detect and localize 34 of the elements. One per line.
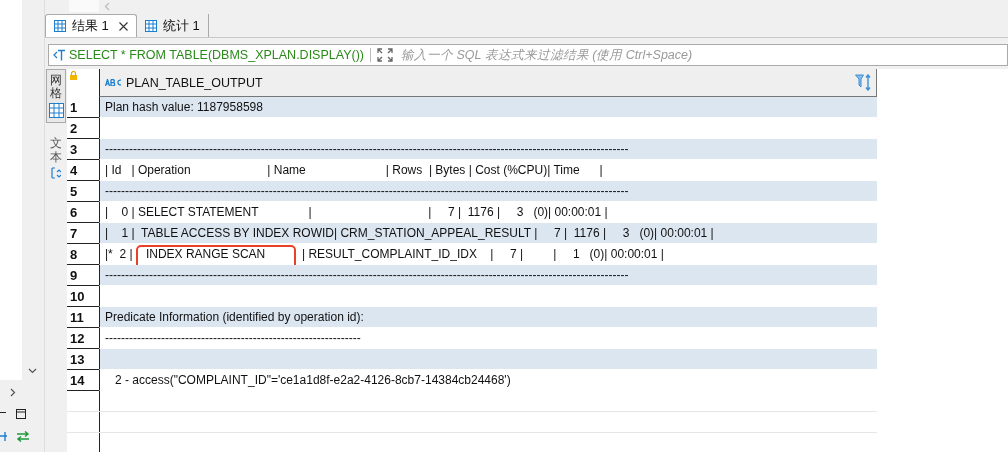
table-cell: ----------------------------------------------------------------------------------------------------------------------------------- xyxy=(99,139,877,160)
view-tab[interactable]: 文本 xyxy=(46,133,66,183)
view-tab-label: 文本 xyxy=(50,137,62,164)
grid-icon xyxy=(144,19,157,32)
expand-icon[interactable] xyxy=(377,48,393,62)
column-title: PLAN_TABLE_OUTPUT xyxy=(126,75,263,90)
filter-field[interactable]: SELECT * FROM TABLE(DBMS_XPLAN.DISPLAY()) 输入一个 SQL 表达式来过滤结果 (使用 Ctrl+Space) xyxy=(48,44,1008,66)
chevron-down-icon[interactable] xyxy=(28,368,37,374)
table-cell: | 1 | TABLE ACCESS BY INDEX ROWID| CRM_STATION_APPEAL_RESULT | 7 | 1176 | 3 (0)| 00:00:01 | xyxy=(99,223,877,244)
table-cell: ----------------------------------------------------------------------------------------------------------------------------------- xyxy=(99,265,877,286)
grid-icon xyxy=(48,103,64,119)
sql-icon xyxy=(53,49,66,61)
query-text: SELECT * FROM TABLE(DBMS_XPLAN.DISPLAY()) xyxy=(69,48,371,62)
view-tab-label: 网格 xyxy=(50,74,62,101)
filter-input[interactable]: 输入一个 SQL 表达式来过滤结果 (使用 Ctrl+Space) xyxy=(399,47,1007,63)
filter-sort-icon[interactable] xyxy=(855,74,872,91)
grid-icon xyxy=(54,20,66,32)
lock-icon xyxy=(70,71,77,80)
swap-arrows-icon[interactable] xyxy=(16,431,30,442)
table-cell: Plan hash value: 1187958598 xyxy=(99,97,877,118)
result-tab[interactable]: 结果 1 xyxy=(45,14,137,37)
chevron-right-icon[interactable] xyxy=(10,388,16,397)
table-cell: Predicate Information (identified by operation id): xyxy=(99,307,877,328)
table-cell: ----------------------------------------------------------------------------------------------------------------------------------- xyxy=(99,181,877,202)
close-icon[interactable] xyxy=(118,21,128,31)
tab-label: 结果 1 xyxy=(72,17,109,35)
table-cell: 2 - access("COMPLAINT_ID"='ce1a1d8f-e2a2-4126-8cb7-14384cb24468') xyxy=(99,370,877,391)
split-icon[interactable] xyxy=(0,431,8,442)
text-type-icon xyxy=(105,79,122,86)
maximize-icon[interactable] xyxy=(16,409,26,419)
text-icon xyxy=(51,166,61,179)
column-header[interactable]: PLAN_TABLE_OUTPUT xyxy=(99,69,877,97)
tab-label: 统计 1 xyxy=(162,16,200,35)
view-tab[interactable]: 网格 xyxy=(46,69,66,124)
